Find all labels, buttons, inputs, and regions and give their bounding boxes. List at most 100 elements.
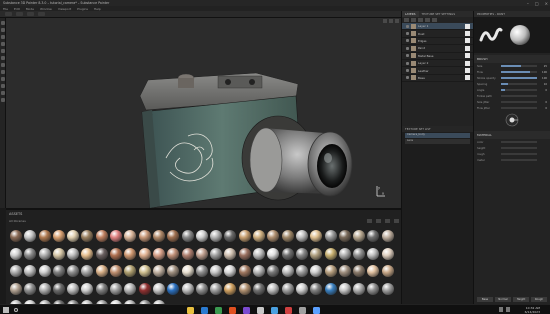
projection-button[interactable]	[38, 12, 45, 16]
mask-thumbnail[interactable]	[465, 60, 470, 66]
mask-thumbnail[interactable]	[465, 75, 470, 81]
material-swatch[interactable]	[267, 282, 280, 295]
material-swatch[interactable]	[281, 230, 294, 242]
material-swatch[interactable]	[253, 230, 266, 242]
material-swatch[interactable]	[310, 265, 323, 277]
3d-viewport[interactable]: y x	[6, 18, 401, 208]
material-swatch[interactable]	[324, 230, 337, 242]
material-swatch[interactable]	[167, 230, 180, 242]
projection-tool-icon[interactable]	[1, 35, 5, 39]
material-swatch[interactable]	[24, 282, 37, 295]
material-swatch[interactable]	[338, 247, 351, 260]
material-swatch[interactable]	[253, 247, 266, 260]
material-swatch[interactable]	[138, 265, 151, 277]
channel-button[interactable]: Rough	[531, 297, 547, 302]
brush-preset-button[interactable]	[5, 12, 12, 16]
text-tool-icon[interactable]	[1, 84, 5, 88]
param-slider[interactable]	[501, 76, 537, 80]
mask-thumbnail[interactable]	[465, 23, 470, 29]
param-slider[interactable]	[501, 100, 537, 104]
material-swatch[interactable]	[67, 265, 80, 277]
material-swatch[interactable]	[295, 247, 308, 260]
param-value[interactable]: 0	[539, 101, 547, 104]
material-swatch[interactable]	[138, 282, 151, 295]
clone-tool-icon[interactable]	[1, 56, 5, 60]
material-swatch[interactable]	[367, 247, 380, 260]
channel-button[interactable]: Base	[477, 297, 493, 302]
material-swatch[interactable]	[67, 230, 80, 242]
material-swatch[interactable]	[152, 265, 165, 277]
param-slider[interactable]	[501, 88, 537, 92]
taskbar-app-icon[interactable]	[299, 306, 306, 314]
param-slider[interactable]	[501, 146, 537, 150]
menu-viewport[interactable]: Viewport	[58, 7, 71, 11]
material-swatch[interactable]	[10, 230, 22, 242]
material-swatch[interactable]	[367, 230, 380, 242]
display-settings-icon[interactable]	[389, 19, 393, 23]
menu-help[interactable]: Help	[94, 7, 101, 11]
material-swatch[interactable]	[124, 265, 137, 277]
layer-row[interactable]: Base	[402, 75, 473, 83]
mask-thumbnail[interactable]	[465, 31, 470, 37]
layer-row[interactable]: Dust	[402, 30, 473, 38]
menu-file[interactable]: File	[3, 7, 8, 11]
material-swatch[interactable]	[281, 282, 294, 295]
material-swatch[interactable]	[110, 247, 123, 260]
param-value[interactable]: 100	[539, 71, 547, 74]
material-swatch[interactable]	[281, 265, 294, 277]
taskbar-app-icon[interactable]	[187, 306, 194, 314]
material-swatch[interactable]	[381, 265, 394, 277]
material-swatch[interactable]	[124, 282, 137, 295]
material-swatch[interactable]	[381, 230, 394, 242]
add-layer-icon[interactable]	[404, 18, 409, 22]
material-swatch[interactable]	[95, 282, 108, 295]
material-swatch[interactable]	[95, 230, 108, 242]
material-swatch[interactable]	[295, 282, 308, 295]
param-slider[interactable]	[501, 94, 537, 98]
channel-button[interactable]: Normal	[495, 297, 511, 302]
material-swatch[interactable]	[81, 282, 94, 295]
brush-section-header[interactable]: BRUSH	[474, 55, 550, 63]
material-swatch[interactable]	[110, 230, 123, 242]
tab-properties[interactable]: PROPERTIES - PAINT	[474, 11, 508, 17]
taskbar-app-icon[interactable]	[201, 306, 208, 314]
material-swatch[interactable]	[38, 265, 51, 277]
param-value[interactable]: 10	[539, 83, 547, 86]
maximize-icon[interactable]: □	[535, 1, 539, 6]
mask-thumbnail[interactable]	[465, 53, 470, 59]
layer-row[interactable]: Metal Base	[402, 53, 473, 60]
filter-icon[interactable]	[367, 218, 372, 223]
taskbar-app-icon[interactable]	[229, 306, 236, 314]
param-value[interactable]: 0	[539, 89, 547, 92]
smudge-tool-icon[interactable]	[1, 49, 5, 53]
taskbar-app-icon[interactable]	[313, 306, 320, 314]
material-swatch[interactable]	[210, 247, 223, 260]
taskbar-app-icon[interactable]	[285, 306, 292, 314]
material-swatch[interactable]	[95, 247, 108, 260]
material-swatch[interactable]	[267, 247, 280, 260]
material-swatch[interactable]	[52, 282, 65, 295]
eye-icon[interactable]	[406, 24, 409, 28]
material-swatch[interactable]	[324, 282, 337, 295]
layer-row[interactable]: Paint	[402, 45, 473, 53]
lazy-mouse-button[interactable]	[27, 12, 34, 16]
selection-tool-icon[interactable]	[1, 91, 5, 95]
menu-edit[interactable]: Edit	[14, 7, 20, 11]
material-swatch[interactable]	[152, 247, 165, 260]
material-swatch[interactable]	[181, 230, 194, 242]
eye-icon[interactable]	[406, 32, 409, 36]
material-swatch[interactable]	[238, 282, 251, 295]
material-swatch[interactable]	[10, 282, 22, 295]
start-button-icon[interactable]	[3, 307, 9, 313]
material-swatch[interactable]	[353, 265, 366, 277]
material-swatch[interactable]	[310, 282, 323, 295]
add-mask-icon[interactable]	[425, 18, 430, 22]
material-swatch[interactable]	[181, 265, 194, 277]
material-swatch[interactable]	[338, 230, 351, 242]
param-slider[interactable]	[501, 106, 537, 110]
material-section-header[interactable]: MATERIAL	[474, 131, 550, 139]
material-swatch[interactable]	[210, 282, 223, 295]
library-filter-dropdown[interactable]: All libraries	[9, 219, 26, 223]
render-icon[interactable]	[395, 19, 399, 23]
param-value[interactable]: 0	[539, 107, 547, 110]
